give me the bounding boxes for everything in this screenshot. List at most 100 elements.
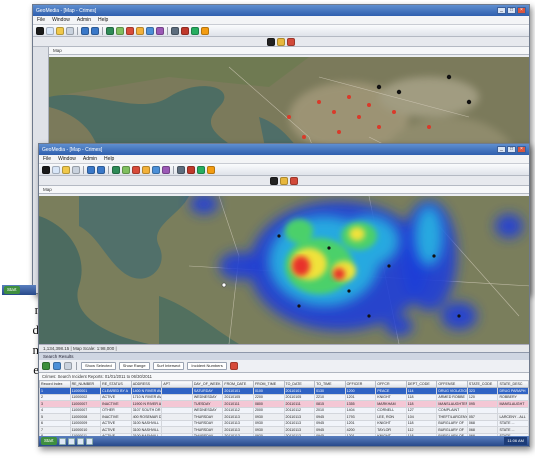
column-header[interactable]: DAY_OF_WEEK bbox=[191, 380, 224, 388]
flag-icon[interactable] bbox=[187, 165, 195, 174]
marker-icon[interactable] bbox=[290, 176, 298, 185]
column-header[interactable]: FROM_TIME bbox=[252, 380, 285, 388]
column-header[interactable]: Record Index bbox=[39, 380, 71, 388]
menu-window[interactable]: Window bbox=[58, 156, 76, 162]
browser-icon[interactable] bbox=[67, 437, 75, 445]
zoom-icon[interactable] bbox=[136, 26, 144, 35]
incident-numbers-button[interactable]: Incident Numbers bbox=[187, 362, 227, 370]
menu-admin[interactable]: Admin bbox=[77, 17, 91, 23]
toolbar-separator bbox=[76, 362, 77, 370]
menu-window[interactable]: Window bbox=[52, 17, 70, 23]
puzzle-icon[interactable] bbox=[280, 176, 288, 185]
toolbar-separator bbox=[173, 165, 174, 174]
taskbar: Start 11:06 AM bbox=[39, 436, 529, 446]
front-app-window[interactable]: GeoMedia - [Map - Crimes] _ □ × File Win… bbox=[38, 143, 530, 447]
screenshot-composite: r d n e GeoMedia - [Map - Crimes] _ □ × … bbox=[0, 0, 535, 458]
globe-icon[interactable] bbox=[106, 26, 114, 35]
menu-file[interactable]: File bbox=[43, 156, 51, 162]
open-icon[interactable] bbox=[62, 165, 70, 174]
select-icon[interactable] bbox=[126, 26, 134, 35]
zoom-icon[interactable] bbox=[142, 165, 150, 174]
pan-icon[interactable] bbox=[152, 165, 160, 174]
column-header[interactable]: OFFCR bbox=[375, 380, 407, 388]
show-selected-button[interactable]: Show Selected bbox=[81, 362, 116, 370]
puzzle-icon[interactable] bbox=[277, 37, 285, 46]
export-icon[interactable] bbox=[53, 362, 61, 370]
menu-help[interactable]: Help bbox=[104, 156, 114, 162]
start-button[interactable]: Start bbox=[4, 286, 20, 294]
column-header[interactable]: ADDRESS bbox=[130, 380, 163, 388]
column-header[interactable]: STATE_CODE bbox=[466, 380, 499, 388]
refresh-icon[interactable] bbox=[42, 362, 50, 370]
column-header[interactable]: RE_NUMBER bbox=[69, 380, 102, 388]
globe-icon[interactable] bbox=[112, 165, 120, 174]
print-icon[interactable] bbox=[171, 26, 179, 35]
heatmap-map-view[interactable] bbox=[39, 196, 529, 344]
column-header[interactable]: OFFICER bbox=[344, 380, 377, 388]
save-icon[interactable] bbox=[66, 26, 74, 35]
chart-icon[interactable] bbox=[197, 165, 205, 174]
surf-intersect-button[interactable]: Surf Intersect bbox=[152, 362, 185, 370]
back-arrow-icon[interactable] bbox=[87, 165, 95, 174]
column-header[interactable]: APT bbox=[161, 380, 193, 388]
menu-help[interactable]: Help bbox=[98, 17, 108, 23]
person-icon[interactable] bbox=[270, 176, 278, 185]
layer-icon[interactable] bbox=[122, 165, 130, 174]
coordinate-status-bar: 1,134,398.15 | Map Scale: 1:98,000 | bbox=[39, 344, 529, 352]
forward-arrow-icon[interactable] bbox=[97, 165, 105, 174]
heatmap-icon[interactable] bbox=[229, 362, 238, 370]
new-icon[interactable] bbox=[52, 165, 60, 174]
maximize-button[interactable]: □ bbox=[507, 7, 516, 14]
layer-icon[interactable] bbox=[116, 26, 124, 35]
column-header[interactable]: TO_TIME bbox=[314, 380, 346, 388]
query-icon[interactable] bbox=[156, 26, 164, 35]
save-icon[interactable] bbox=[72, 165, 80, 174]
new-icon[interactable] bbox=[46, 26, 54, 35]
title-bar[interactable]: GeoMedia - [Map - Crimes] _ □ × bbox=[39, 144, 529, 155]
tools-icon[interactable] bbox=[207, 165, 215, 174]
paragraph-line: r bbox=[34, 302, 39, 317]
column-header[interactable]: OFFENSE bbox=[436, 380, 468, 388]
title-bar[interactable]: GeoMedia - [Map - Crimes] _ □ × bbox=[33, 5, 529, 16]
menu-bar: File Window Admin Help bbox=[39, 155, 529, 164]
folder-icon[interactable] bbox=[76, 437, 84, 445]
print-icon[interactable] bbox=[64, 362, 72, 370]
close-button[interactable]: × bbox=[517, 7, 526, 14]
print-icon[interactable] bbox=[177, 165, 185, 174]
column-header[interactable]: RE_STATUS bbox=[100, 380, 132, 388]
main-toolbar bbox=[39, 164, 529, 176]
maximize-button[interactable]: □ bbox=[507, 146, 516, 153]
window-title: GeoMedia - [Map - Crimes] bbox=[42, 146, 103, 153]
info-icon[interactable] bbox=[36, 26, 44, 35]
menu-admin[interactable]: Admin bbox=[83, 156, 97, 162]
close-button[interactable]: × bbox=[517, 146, 526, 153]
column-header[interactable]: STATE_DESC bbox=[497, 380, 529, 388]
minimize-button[interactable]: _ bbox=[497, 7, 506, 14]
minimize-button[interactable]: _ bbox=[497, 146, 506, 153]
toolbar-separator bbox=[83, 165, 84, 174]
pan-icon[interactable] bbox=[146, 26, 154, 35]
select-icon[interactable] bbox=[132, 165, 140, 174]
forward-arrow-icon[interactable] bbox=[91, 26, 99, 35]
flag-icon[interactable] bbox=[181, 26, 189, 35]
column-header[interactable]: TO_DATE bbox=[283, 380, 316, 388]
tools-icon[interactable] bbox=[201, 26, 209, 35]
open-icon[interactable] bbox=[56, 26, 64, 35]
app-icon[interactable] bbox=[85, 437, 93, 445]
tab-map[interactable]: Map bbox=[49, 47, 529, 55]
menu-file[interactable]: File bbox=[37, 17, 45, 23]
explorer-icon[interactable] bbox=[58, 437, 66, 445]
chart-icon[interactable] bbox=[191, 26, 199, 35]
person-icon[interactable] bbox=[267, 37, 275, 46]
tab-map[interactable]: Map bbox=[39, 186, 529, 194]
back-arrow-icon[interactable] bbox=[81, 26, 89, 35]
marker-icon[interactable] bbox=[287, 37, 295, 46]
start-button[interactable]: Start bbox=[41, 437, 57, 445]
column-header[interactable]: FROM_DATE bbox=[222, 380, 254, 388]
info-icon[interactable] bbox=[42, 165, 50, 174]
column-header[interactable]: DEPT_CODE bbox=[405, 380, 438, 388]
show-range-button[interactable]: Show Range bbox=[118, 362, 150, 370]
menu-bar: File Window Admin Help bbox=[33, 16, 529, 25]
query-icon[interactable] bbox=[162, 165, 170, 174]
toolbar-separator bbox=[77, 26, 78, 35]
